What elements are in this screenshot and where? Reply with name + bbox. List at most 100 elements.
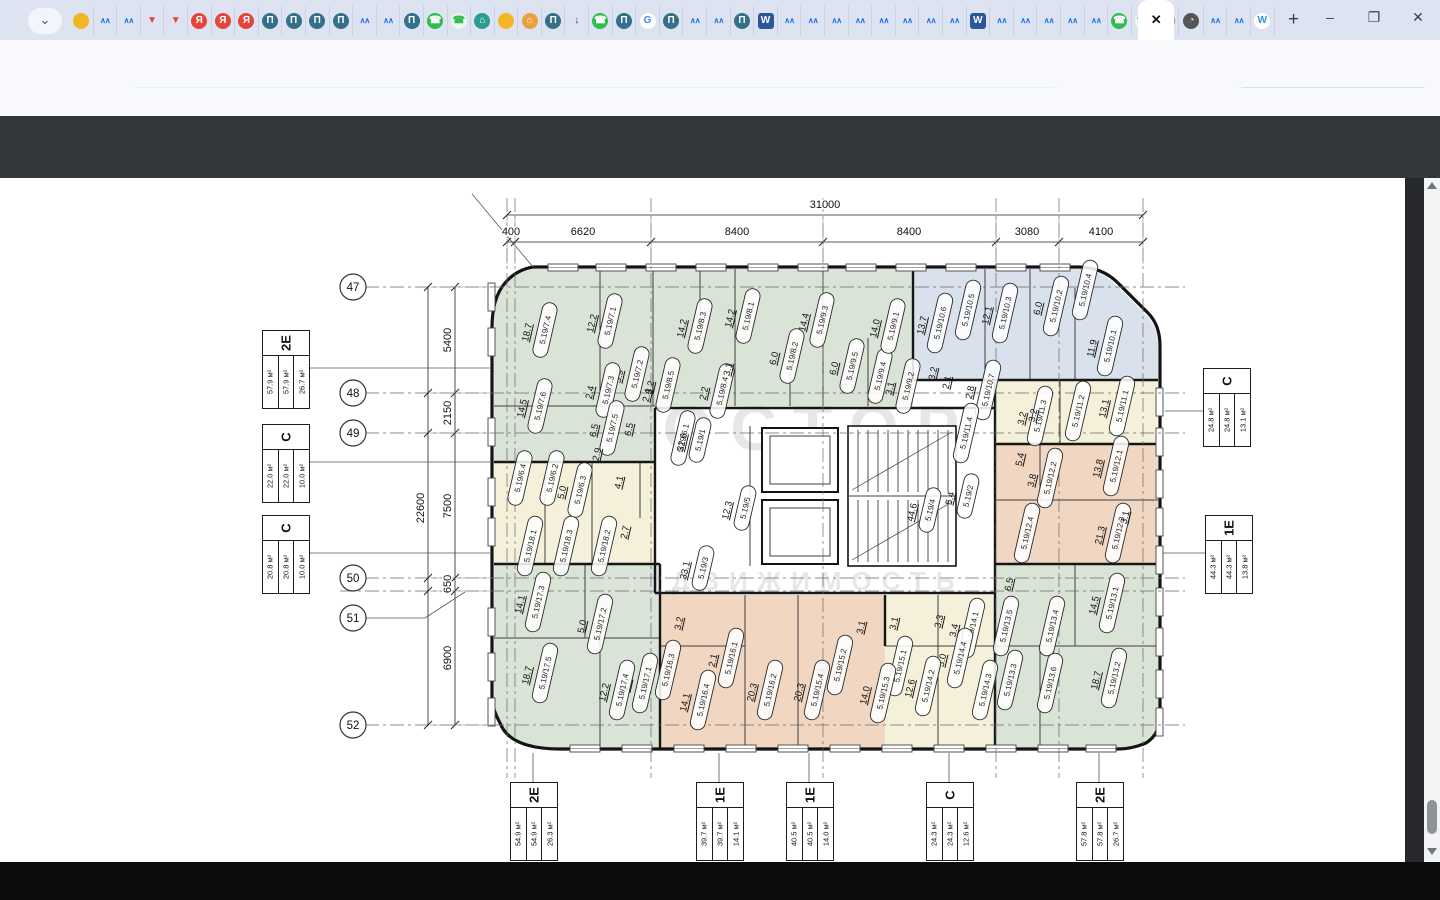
overall-width-dimension: 31000 — [810, 199, 841, 211]
pinned-tab[interactable]: ↓ — [565, 6, 589, 36]
tabs-after-active: ◔∧∧∧∧W — [1180, 6, 1274, 36]
pinned-tab[interactable]: ☎ — [424, 6, 448, 36]
apartment-stamp: С12.6 м²24.3 м²24.3 м² — [926, 782, 974, 861]
pinned-tab[interactable]: Я — [212, 6, 236, 36]
pinned-tab[interactable]: ⌂ — [471, 6, 495, 36]
apartment-stamp: 2Е26.7 м²57.9 м²57.9 м² — [262, 330, 310, 409]
pinned-tab[interactable]: ∧∧ — [990, 6, 1014, 36]
svg-text:7500: 7500 — [442, 494, 454, 518]
scroll-down-icon[interactable] — [1427, 848, 1437, 855]
pinned-tab[interactable] — [495, 6, 519, 36]
pinned-tab[interactable]: П — [259, 6, 283, 36]
pinned-tab[interactable]: П — [330, 6, 354, 36]
pinned-tab[interactable]: ∧∧ — [377, 6, 401, 36]
apartment-stamp: 2Е26.7 м²57.8 м²57.8 м² — [1076, 782, 1124, 861]
apartment-stamp: 1Е13.8 м²44.3 м²44.3 м² — [1205, 515, 1253, 594]
pinned-tab[interactable]: П — [660, 6, 684, 36]
pinned-tab[interactable]: ⌂ — [518, 6, 542, 36]
svg-text:52: 52 — [347, 720, 360, 732]
pinned-tab[interactable]: П — [613, 6, 637, 36]
pinned-tab[interactable]: ☎ — [589, 6, 613, 36]
room-label: 5.19/5 — [733, 484, 758, 531]
scroll-up-icon[interactable] — [1427, 182, 1437, 189]
pinned-tab[interactable]: W — [1251, 6, 1275, 36]
pinned-tab[interactable]: ∧∧ — [94, 6, 118, 36]
watermark-text-2: НЕДВИЖИМОСТЬ — [616, 566, 965, 596]
pinned-tab[interactable]: ∧∧ — [1085, 6, 1109, 36]
pinned-tab[interactable]: ∧∧ — [707, 6, 731, 36]
browser-toolbar: ← → ⟳ iФайл C:/Users/PL-OTD~1/AppData/Lo… — [0, 40, 1440, 88]
scrollbar-track[interactable] — [1424, 178, 1440, 862]
pinned-tab[interactable]: ▼ — [141, 6, 165, 36]
pinned-tab[interactable]: ∧∧ — [1061, 6, 1085, 36]
pinned-tab[interactable]: ☎ — [448, 6, 472, 36]
svg-text:2150: 2150 — [442, 401, 454, 425]
taskbar: W РУС 14:22 21.08.2025 — [0, 862, 1440, 900]
room-label: 5.19/2 — [956, 472, 981, 519]
pinned-tab[interactable]: ∧∧ — [872, 6, 896, 36]
pinned-tab[interactable]: П — [400, 6, 424, 36]
svg-text:47: 47 — [347, 282, 360, 294]
pinned-tab[interactable]: ∧∧ — [1037, 6, 1061, 36]
apartment-stamp: 2Е26.3 м²54.9 м²54.9 м² — [510, 782, 558, 861]
active-tab[interactable]: ✕ — [1138, 0, 1174, 40]
apartment-stamp: 1Е14.0 м²40.5 м²40.5 м² — [786, 782, 834, 861]
pinned-tab[interactable]: ∧∧ — [825, 6, 849, 36]
screen: ⌄ ∧∧∧∧▼▼ЯЯЯПППП∧∧∧∧П☎☎⌂⌂П↓☎ПGП∧∧∧∧ПW∧∧∧∧… — [0, 0, 1440, 900]
pdf-toolbar: Договор участия в долевом строительстве-… — [0, 116, 1440, 178]
apartment-stamp: С10.0 м²22.0 м²22.0 м² — [262, 424, 310, 503]
svg-text:6900: 6900 — [442, 646, 454, 670]
pinned-tab[interactable]: ∧∧ — [849, 6, 873, 36]
pinned-tab[interactable]: ∧∧ — [1014, 6, 1038, 36]
pinned-tab[interactable]: П — [282, 6, 306, 36]
pinned-tab[interactable]: Я — [188, 6, 212, 36]
tab-strip: ⌄ ∧∧∧∧▼▼ЯЯЯПППП∧∧∧∧П☎☎⌂⌂П↓☎ПGП∧∧∧∧ПW∧∧∧∧… — [0, 0, 1440, 40]
svg-text:8400: 8400 — [725, 226, 749, 238]
pinned-tab[interactable]: W — [754, 6, 778, 36]
overall-height-dimension: 22600 — [415, 493, 427, 524]
apartment-stamp: С10.0 м²20.8 м²20.8 м² — [262, 515, 310, 594]
pinned-tab[interactable]: ∧∧ — [801, 6, 825, 36]
pinned-tab[interactable]: ∧∧ — [778, 6, 802, 36]
pdf-background-strip — [1405, 178, 1424, 862]
pdf-page: РОСТОР НЕДВИЖИМОСТЬ — [0, 178, 1405, 862]
bookmarks-bar: Рабочий стол — [0, 88, 1440, 116]
pinned-tab[interactable]: П — [542, 6, 566, 36]
pinned-tab[interactable]: W — [967, 6, 991, 36]
svg-text:48: 48 — [347, 388, 360, 400]
pinned-tab[interactable]: ∧∧ — [117, 6, 141, 36]
svg-text:6620: 6620 — [571, 226, 595, 238]
pinned-tab[interactable]: Я — [235, 6, 259, 36]
pinned-tab[interactable]: ∧∧ — [1227, 6, 1251, 36]
pinned-tab[interactable]: П — [731, 6, 755, 36]
svg-text:49: 49 — [347, 428, 360, 440]
pinned-tab[interactable]: ∧∧ — [353, 6, 377, 36]
svg-text:650: 650 — [442, 575, 454, 593]
pinned-tab[interactable] — [70, 6, 94, 36]
svg-text:12.3: 12.3 — [720, 500, 735, 521]
svg-text:2.1: 2.1 — [941, 375, 955, 390]
pinned-tab[interactable]: ☎ — [1108, 6, 1132, 36]
tab-search-chevron-icon[interactable]: ⌄ — [28, 8, 62, 34]
pinned-tab[interactable]: ▼ — [164, 6, 188, 36]
window-maximize-button[interactable]: ❐ — [1354, 0, 1394, 34]
pinned-tab[interactable]: П — [306, 6, 330, 36]
svg-text:8400: 8400 — [897, 226, 921, 238]
pinned-tab[interactable]: ∧∧ — [919, 6, 943, 36]
apartment-stamp: С13.1 м²24.8 м²24.8 м² — [1203, 368, 1251, 447]
pinned-tab[interactable]: ∧∧ — [943, 6, 967, 36]
pinned-tab[interactable]: ∧∧ — [683, 6, 707, 36]
window-minimize-button[interactable]: – — [1310, 0, 1350, 34]
pinned-tab[interactable]: ∧∧ — [896, 6, 920, 36]
floor-plan: РОСТОР НЕДВИЖИМОСТЬ — [0, 178, 1405, 862]
apartment-stamp: 1Е14.1 м²39.7 м²39.7 м² — [696, 782, 744, 861]
pinned-tab[interactable]: ∧∧ — [1204, 6, 1228, 36]
new-tab-button[interactable]: + — [1279, 5, 1309, 35]
window-close-button[interactable]: ✕ — [1398, 0, 1438, 34]
svg-text:400: 400 — [502, 226, 520, 238]
pinned-tab[interactable]: ◔ — [1180, 6, 1204, 36]
scrollbar-thumb[interactable] — [1427, 800, 1437, 834]
svg-text:5400: 5400 — [442, 328, 454, 352]
svg-text:3080: 3080 — [1015, 226, 1039, 238]
pinned-tab[interactable]: G — [636, 6, 660, 36]
